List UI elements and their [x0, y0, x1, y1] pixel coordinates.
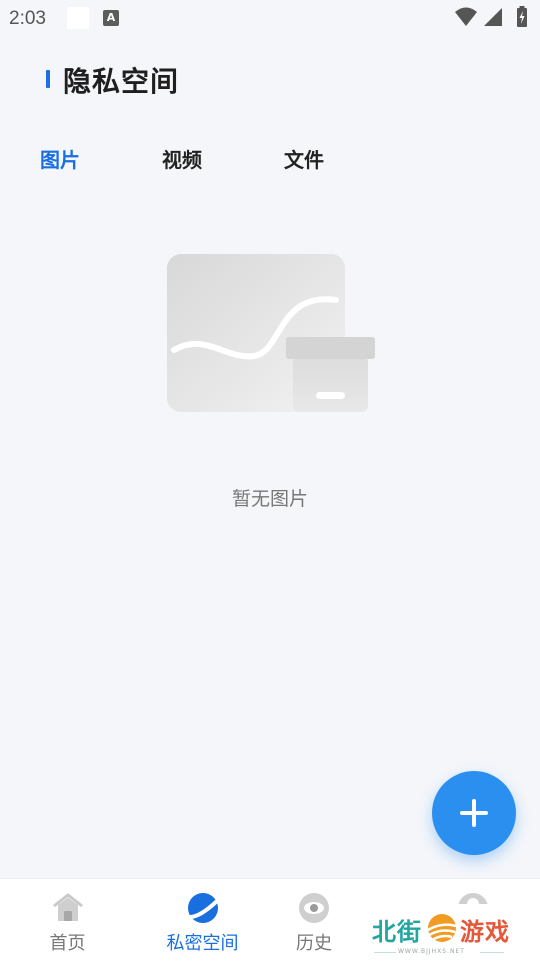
notification-placeholder-icon	[67, 7, 89, 29]
tab-photos[interactable]: 图片	[40, 144, 80, 173]
add-button[interactable]	[432, 771, 516, 855]
status-bar: 2:03 A	[0, 0, 540, 36]
app-notification-icon: A	[103, 10, 119, 26]
eye-icon	[299, 893, 329, 923]
watermark-divider-left	[374, 952, 396, 953]
nav-item-home[interactable]: 首页	[0, 879, 135, 961]
watermark-right-text: 游戏	[460, 918, 510, 946]
status-time: 2:03	[9, 8, 46, 29]
private-space-icon	[187, 893, 219, 923]
nav-item-history[interactable]: 历史	[270, 879, 358, 961]
watermark-divider-right	[480, 952, 504, 953]
empty-photo-box-illustration	[166, 252, 378, 414]
signal-icon	[484, 8, 502, 26]
sun-logo-icon	[427, 914, 457, 942]
status-indicators	[454, 6, 534, 30]
nav-label-private-space: 私密空间	[166, 933, 239, 954]
title-accent-bar	[46, 70, 50, 88]
nav-item-private-space[interactable]: 私密空间	[135, 879, 270, 961]
nav-label-home: 首页	[49, 933, 86, 954]
watermark-logo: 北街 游戏 WWW.BJJHXS.NET	[368, 904, 518, 960]
tab-files[interactable]: 文件	[284, 144, 324, 173]
battery-charging-icon	[517, 6, 527, 27]
tab-videos[interactable]: 视频	[162, 144, 202, 173]
plus-icon	[460, 799, 488, 827]
watermark-url: WWW.BJJHXS.NET	[398, 948, 465, 955]
nav-label-history: 历史	[296, 933, 332, 954]
watermark-left-text: 北街	[372, 918, 422, 946]
page-title: 隐私空间	[63, 65, 180, 98]
wifi-icon	[455, 7, 477, 26]
empty-state-message: 暂无图片	[231, 488, 308, 510]
home-icon	[52, 893, 83, 921]
